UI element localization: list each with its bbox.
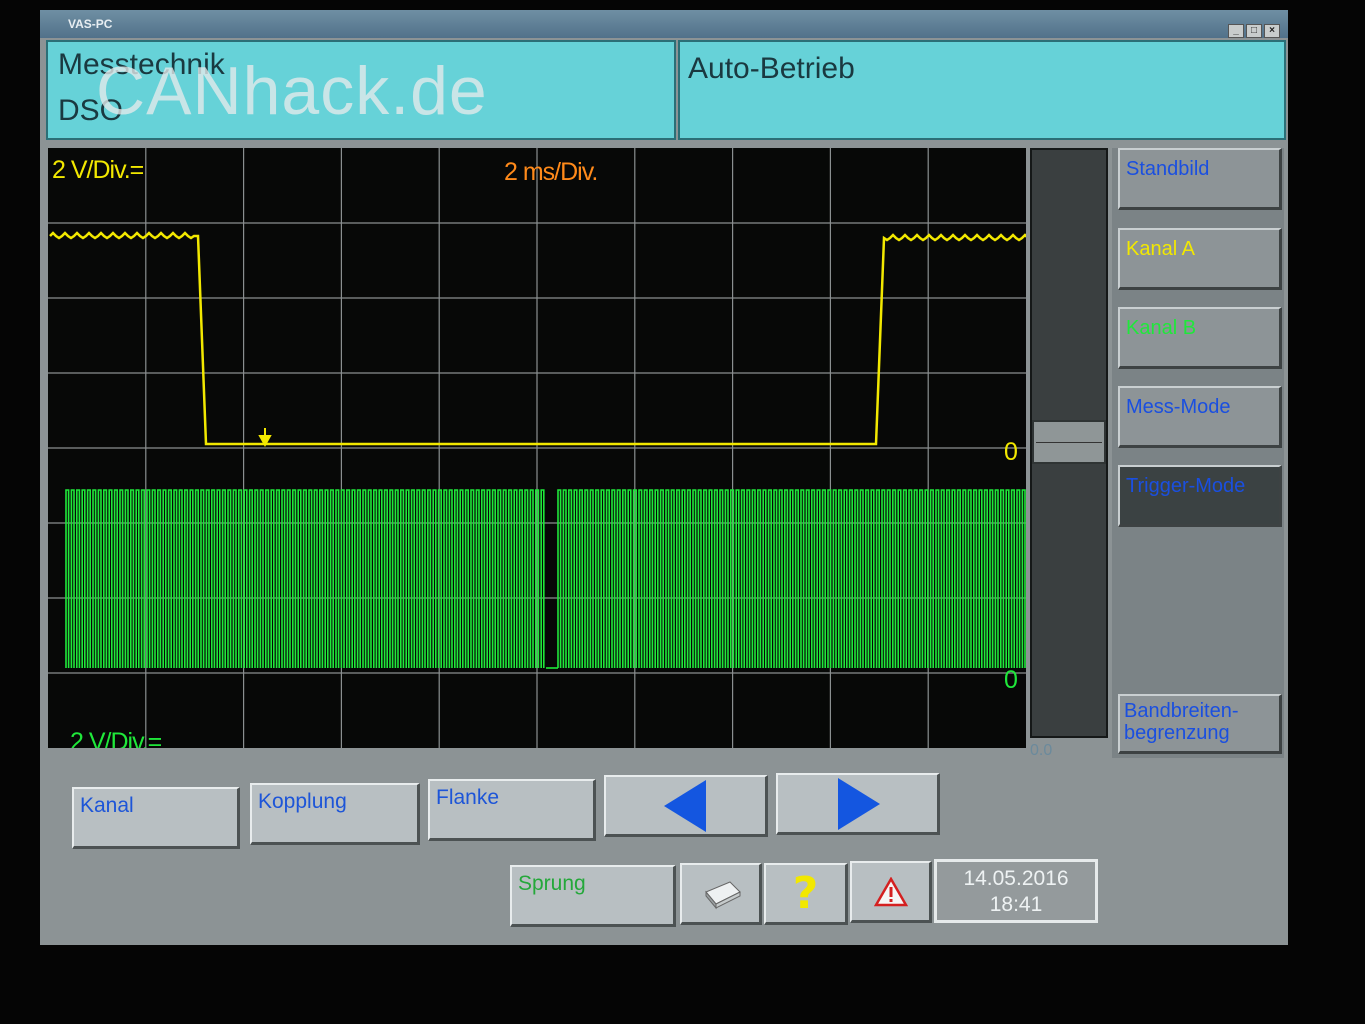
minimize-button[interactable]: _ — [1228, 24, 1244, 38]
scroll-right-button[interactable] — [776, 773, 940, 835]
mess-mode-button[interactable]: Mess-Mode — [1118, 386, 1282, 448]
channel-a-trace — [49, 231, 1026, 446]
title-bar: VAS-PC _ □ × — [40, 10, 1288, 38]
warning-button[interactable] — [850, 861, 932, 923]
timebase-label: 2 ms/Div. — [504, 158, 598, 186]
arrow-left-icon — [663, 779, 706, 832]
trigger-mode-button[interactable]: Trigger-Mode — [1118, 465, 1282, 527]
arrow-right-icon — [837, 777, 880, 830]
trigger-marker-icon — [258, 428, 272, 448]
help-icon: ? — [792, 868, 819, 919]
channel-b-trace — [65, 489, 1026, 669]
help-button[interactable]: ? — [764, 863, 848, 925]
print-button[interactable] — [680, 863, 762, 925]
offset-slider-handle[interactable] — [1032, 420, 1106, 464]
date-label: 14.05.2016 — [963, 867, 1069, 890]
oscilloscope-display: 2 V/Div.= 2 ms/Div. 2 V/Div.= 0 0 — [48, 148, 1026, 748]
close-button[interactable]: × — [1264, 24, 1280, 38]
printer-icon — [704, 880, 741, 909]
flanke-button[interactable]: Flanke — [428, 779, 596, 841]
warning-icon — [873, 876, 908, 906]
scroll-left-button[interactable] — [604, 775, 768, 837]
sprung-button[interactable]: Sprung — [510, 865, 676, 927]
kopplung-button[interactable]: Kopplung — [250, 783, 420, 845]
kanal-button[interactable]: Kanal — [72, 787, 240, 849]
module-header: Messtechnik DSO CANhack.de — [46, 40, 676, 140]
channel-a-scale: 2 V/Div.= — [52, 156, 144, 184]
mode-header: Auto-Betrieb — [678, 40, 1286, 140]
kanal-a-button[interactable]: Kanal A — [1118, 228, 1282, 290]
channel-b-burst-1 — [65, 489, 545, 668]
channel-b-zero-marker: 0 — [1004, 666, 1018, 694]
maximize-button[interactable]: □ — [1246, 24, 1262, 38]
standbild-button[interactable]: Standbild — [1118, 148, 1282, 210]
date-time-display: 14.05.2016 18:41 — [934, 859, 1098, 923]
channel-b-burst-2 — [557, 489, 1026, 668]
bandbreitenbegrenzung-button[interactable]: Bandbreiten- begrenzung — [1118, 694, 1282, 754]
time-label: 18:41 — [989, 893, 1043, 916]
mode-label: Auto-Betrieb — [688, 52, 855, 85]
scope-graph — [48, 148, 1026, 748]
vas-pc-window: VAS-PC _ □ × Messtechnik DSO CANhack.de … — [40, 10, 1288, 945]
slider-scale-label: 0.0 — [1030, 742, 1053, 759]
watermark: CANhack.de — [96, 53, 488, 129]
channel-a-zero-marker: 0 — [1004, 438, 1018, 466]
window-title: VAS-PC — [68, 17, 113, 31]
kanal-b-button[interactable]: Kanal B — [1118, 307, 1282, 369]
channel-b-scale: 2 V/Div.= — [70, 728, 162, 748]
